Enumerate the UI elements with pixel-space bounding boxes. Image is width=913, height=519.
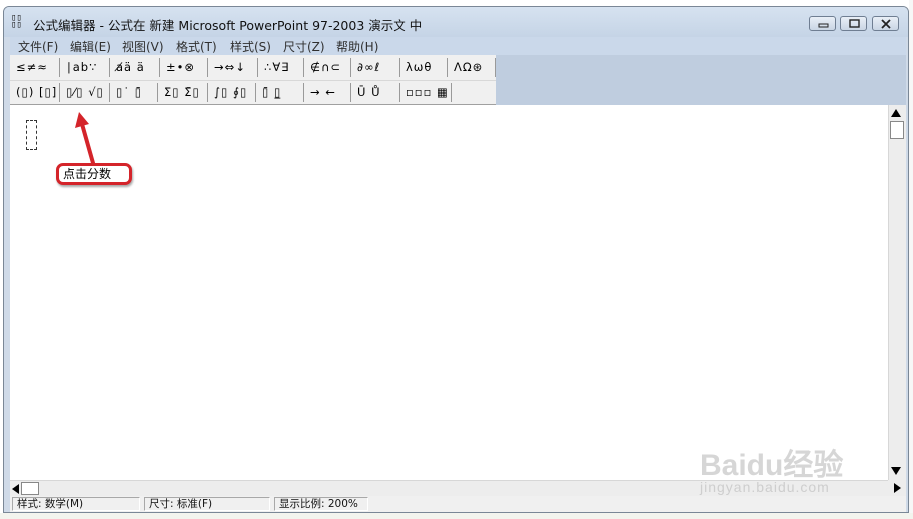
scrollbar-corner xyxy=(888,480,906,496)
template-palette-row: (▯) [▯] ▯⁄▯ √▯ ▯˙ ▯̄ Σ▯ Σ̄▯ ∫▯ ∮▯ ▯̄ ▯̲ … xyxy=(10,80,496,105)
integral-templates-icon[interactable]: ∫▯ ∮▯ xyxy=(208,83,256,102)
horizontal-scrollbar[interactable] xyxy=(10,480,888,496)
relational-symbols-icon[interactable]: ≤≠≈ xyxy=(10,58,60,77)
background-strip-right xyxy=(909,0,913,519)
equation-editing-area[interactable] xyxy=(10,105,888,480)
scroll-down-arrow-icon[interactable] xyxy=(891,467,901,475)
misc-symbols-icon[interactable]: ∂∞ℓ xyxy=(351,58,400,77)
products-set-theory-templates-icon[interactable]: Ū Ů xyxy=(351,83,400,102)
equation-editor-window: ▯▯ ▯▯ 公式编辑器 - 公式在 新建 Microsoft PowerPoint… xyxy=(3,6,909,513)
background-strip-bottom xyxy=(0,513,913,519)
vertical-scrollbar[interactable] xyxy=(888,105,906,480)
menu-bar: 文件(F) 编辑(E) 视图(V) 格式(T) 样式(S) 尺寸(Z) 帮助(H… xyxy=(10,37,906,55)
menu-edit[interactable]: 编辑(E) xyxy=(70,38,111,55)
maximize-icon xyxy=(849,19,860,28)
matrix-templates-icon[interactable]: ▫▫▫ ▦ xyxy=(400,83,452,102)
logical-symbols-icon[interactable]: ∴∀∃ xyxy=(258,58,304,77)
equation-editor-app-icon[interactable]: ▯▯ ▯▯ xyxy=(11,14,27,30)
maximize-button[interactable] xyxy=(840,16,867,31)
operator-symbols-icon[interactable]: ±•⊗ xyxy=(160,58,208,77)
empty-input-slot[interactable] xyxy=(26,120,37,150)
status-zoom: 显示比例: 200% xyxy=(274,497,368,511)
toolbar-panel: ≤≠≈ ∣ab∵ a̸ä ä ±•⊗ →⇔↓ ∴∀∃ ∉∩⊂ ∂∞ℓ λωθ Λ… xyxy=(10,55,496,105)
vertical-scroll-thumb[interactable] xyxy=(890,121,904,139)
minimize-icon xyxy=(818,23,829,28)
greek-uppercase-icon[interactable]: ΛΩ⊛ xyxy=(448,58,496,77)
callout-label: 点击分数 xyxy=(56,163,132,185)
menu-style[interactable]: 样式(S) xyxy=(230,38,271,55)
summation-templates-icon[interactable]: Σ▯ Σ̄▯ xyxy=(158,83,208,102)
spaces-ellipses-icon[interactable]: ∣ab∵ xyxy=(60,58,110,77)
menu-file[interactable]: 文件(F) xyxy=(18,38,58,55)
fence-templates-icon[interactable]: (▯) [▯] xyxy=(10,83,60,102)
menu-size[interactable]: 尺寸(Z) xyxy=(283,38,325,55)
close-button[interactable] xyxy=(872,16,899,31)
scroll-up-arrow-icon[interactable] xyxy=(891,109,901,117)
minimize-button[interactable] xyxy=(809,16,836,31)
scroll-left-arrow-icon[interactable] xyxy=(12,484,19,494)
scroll-right-arrow-icon[interactable] xyxy=(894,483,901,493)
menu-format[interactable]: 格式(T) xyxy=(176,38,217,55)
embellishments-icon[interactable]: a̸ä ä xyxy=(110,58,160,77)
greek-lowercase-icon[interactable]: λωθ xyxy=(400,58,448,77)
horizontal-scroll-thumb[interactable] xyxy=(21,482,39,495)
status-bar: 样式: 数学(M) 尺寸: 标准(F) 显示比例: 200% xyxy=(10,496,906,512)
fraction-radical-templates-icon[interactable]: ▯⁄▯ √▯ xyxy=(60,83,110,102)
title-bar[interactable]: ▯▯ ▯▯ 公式编辑器 - 公式在 新建 Microsoft PowerPoint… xyxy=(4,7,908,37)
status-style: 样式: 数学(M) xyxy=(12,497,140,511)
window-title: 公式编辑器 - 公式在 新建 Microsoft PowerPoint 97-2… xyxy=(33,18,423,33)
subscript-superscript-templates-icon[interactable]: ▯˙ ▯̄ xyxy=(110,83,158,102)
symbol-palette-row: ≤≠≈ ∣ab∵ a̸ä ä ±•⊗ →⇔↓ ∴∀∃ ∉∩⊂ ∂∞ℓ λωθ Λ… xyxy=(10,56,496,80)
arrow-symbols-icon[interactable]: →⇔↓ xyxy=(208,58,258,77)
equation-toolbar: ≤≠≈ ∣ab∵ a̸ä ä ±•⊗ →⇔↓ ∴∀∃ ∉∩⊂ ∂∞ℓ λωθ Λ… xyxy=(10,55,906,105)
menu-view[interactable]: 视图(V) xyxy=(122,38,164,55)
underbar-overbar-templates-icon[interactable]: ▯̄ ▯̲ xyxy=(256,83,304,102)
close-icon xyxy=(881,19,891,29)
labeled-arrow-templates-icon[interactable]: → ← xyxy=(304,83,351,102)
status-size: 尺寸: 标准(F) xyxy=(144,497,270,511)
set-theory-icon[interactable]: ∉∩⊂ xyxy=(304,58,351,77)
menu-help[interactable]: 帮助(H) xyxy=(336,38,378,55)
